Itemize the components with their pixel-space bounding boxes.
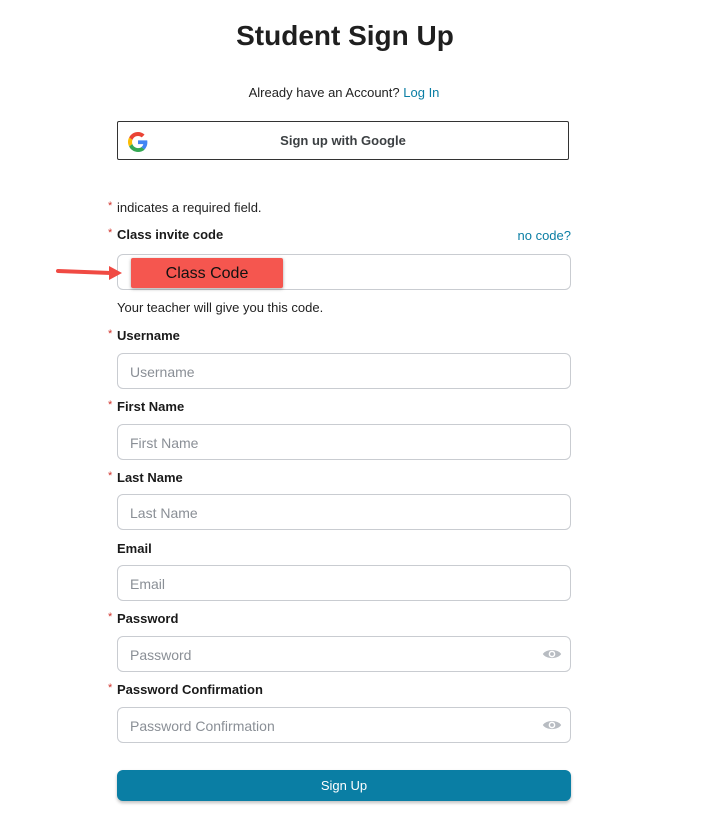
last-name-label: Last Name <box>117 470 183 485</box>
google-signup-button[interactable]: Sign up with Google <box>117 121 569 160</box>
class-code-callout: Class Code <box>131 258 283 288</box>
required-star: * <box>108 227 113 239</box>
login-link[interactable]: Log In <box>403 85 439 100</box>
password-placeholder: Password <box>130 647 192 663</box>
required-star: * <box>108 470 113 482</box>
first-name-input[interactable]: First Name <box>117 424 571 460</box>
required-star: * <box>108 611 113 623</box>
required-star: * <box>108 399 113 411</box>
google-signup-label: Sign up with Google <box>280 133 406 148</box>
email-input[interactable]: Email <box>117 565 571 601</box>
class-code-helper: Your teacher will give you this code. <box>117 300 324 315</box>
first-name-placeholder: First Name <box>130 435 199 451</box>
sign-up-button[interactable]: Sign Up <box>117 770 571 801</box>
password-confirmation-placeholder: Password Confirmation <box>130 718 275 734</box>
first-name-label: First Name <box>117 399 185 414</box>
required-star: * <box>108 200 113 212</box>
last-name-input[interactable]: Last Name <box>117 494 571 530</box>
username-label: Username <box>117 328 180 343</box>
password-confirmation-input[interactable]: Password Confirmation <box>117 707 571 743</box>
required-star: * <box>108 328 113 340</box>
class-code-label: Class invite code <box>117 227 224 242</box>
password-label: Password <box>117 611 179 626</box>
required-note: indicates a required field. <box>117 200 262 215</box>
eye-icon[interactable] <box>542 717 562 733</box>
login-prompt: Already have an Account? Log In <box>0 85 688 100</box>
eye-icon[interactable] <box>542 646 562 662</box>
username-placeholder: Username <box>130 364 195 380</box>
page-title: Student Sign Up <box>236 20 454 51</box>
email-label: Email <box>117 541 152 556</box>
email-placeholder: Email <box>130 576 166 592</box>
username-input[interactable]: Username <box>117 353 571 389</box>
last-name-placeholder: Last Name <box>130 505 198 521</box>
password-confirmation-label: Password Confirmation <box>117 682 263 697</box>
class-code-callout-text: Class Code <box>165 265 249 282</box>
arrow-right-icon <box>56 266 122 280</box>
password-input[interactable]: Password <box>117 636 571 672</box>
login-prompt-text: Already have an Account? <box>248 85 400 100</box>
sign-up-label: Sign Up <box>320 778 368 793</box>
required-star: * <box>108 682 113 694</box>
no-code-link[interactable]: no code? <box>518 228 572 243</box>
